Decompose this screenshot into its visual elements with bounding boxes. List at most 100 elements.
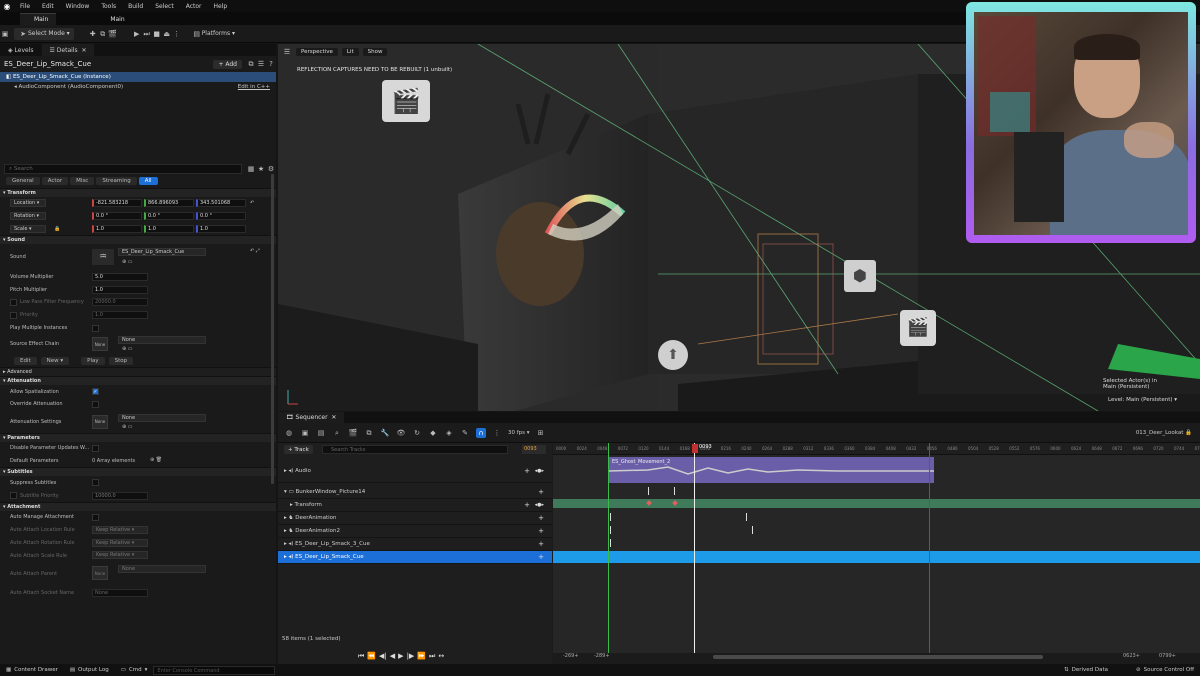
add-icon[interactable]: + [538,553,544,561]
rotation-z[interactable]: 0.0 ° [196,212,246,221]
menu-actor[interactable]: Actor [180,3,208,10]
add-content-icon[interactable]: ✚ [88,29,98,39]
console-input[interactable]: Enter Console Command [153,665,276,675]
tab-details[interactable]: ☰ Details ✕ [41,44,95,56]
keyframe-icon[interactable]: ◆ [428,428,438,438]
blueprint-convert-icon[interactable]: ⧉ [246,59,256,69]
new-button[interactable]: New ▾ [40,356,70,365]
playhead-handle[interactable] [692,444,698,453]
star-icon[interactable]: ★ [256,164,266,174]
next-key-icon[interactable]: ⏩ [417,652,426,661]
current-frame-input[interactable]: 0093 [522,445,546,454]
menu-window[interactable]: Window [60,3,96,10]
reset-icon[interactable]: ↶ ⤢ [250,248,260,254]
filter-general[interactable]: General [6,177,40,185]
auto-scale-rule-dropdown[interactable]: Keep Relative ▾ [92,551,148,560]
hamburger-icon[interactable]: ☰ [282,47,292,57]
camera-cut-icon[interactable]: ⧉ [364,428,374,438]
track-audio[interactable]: ▸ ◂) Audio + ◂●▸ [278,459,552,483]
eye-icon[interactable]: 👁 [396,428,406,438]
menu-tools[interactable]: Tools [95,3,122,10]
go-start-icon[interactable]: ⏮ [358,652,364,661]
track-lip-smack[interactable]: ▸ ◂) ES_Deer_Lip_Smack_Cue + [278,551,552,564]
subtitle-priority-checkbox[interactable] [10,492,17,500]
source-chain-dropdown[interactable]: None [118,336,206,345]
section-advanced[interactable]: ▸ Advanced [0,367,276,377]
lock-icon[interactable]: 🔒 [1185,430,1192,436]
tree-item-audio-component[interactable]: ◂ AudioComponent (AudioComponent0) Edit i… [0,82,276,92]
scale-z[interactable]: 1.0 [196,224,246,233]
curve-editor-icon[interactable]: ⊞ [536,428,546,438]
priority-input[interactable]: 1.0 [92,311,148,320]
prev-frame-icon[interactable]: ◀| [379,652,387,661]
go-end-icon[interactable]: ⏭ [429,652,435,661]
step-icon[interactable]: ⏭ [142,29,152,39]
disable-param-checkbox[interactable] [92,444,99,452]
browse-icon[interactable]: ⊕ ▭ [122,424,133,430]
derived-data-button[interactable]: ⇅ Derived Data [1058,667,1114,673]
rotation-dropdown[interactable]: Rotation ▾ [10,211,46,220]
key-marker[interactable] [746,513,747,521]
key-marker[interactable] [648,487,649,495]
rotation-y[interactable]: 0.0 ° [144,212,194,221]
cinematics-icon[interactable]: 🎬 [108,29,118,39]
auto-rot-rule-dropdown[interactable]: Keep Relative ▾ [92,538,148,547]
range-end-2[interactable]: 0799+ [1159,653,1176,659]
render-icon[interactable]: 🎬 [348,428,358,438]
playback-start-marker[interactable] [608,443,609,653]
lip-smack-section[interactable] [553,551,1200,563]
add-track-button[interactable]: + Track [284,445,313,454]
auto-manage-checkbox[interactable] [92,513,99,521]
menu-help[interactable]: Help [208,3,234,10]
playback-end-marker[interactable] [929,443,930,653]
unreal-logo-icon[interactable]: ◉ [0,0,14,12]
tab-sequencer[interactable]: 🎞 Sequencer ✕ [278,412,345,423]
details-scrollbar[interactable] [271,174,274,484]
find-asset-icon[interactable]: ⌕ [332,428,342,438]
subtitle-priority-input[interactable]: 10000.0 [92,491,148,500]
scale-x[interactable]: 1.0 [92,224,142,233]
lowpass-checkbox[interactable] [10,298,17,306]
prev-key-icon[interactable]: ⏪ [367,652,376,661]
scale-y[interactable]: 1.0 [144,224,194,233]
key-marker[interactable] [674,487,675,495]
edit-icon[interactable]: ✎ [460,428,470,438]
key-marker[interactable] [752,526,753,534]
tab-main-2[interactable]: Main [96,13,132,25]
menu-file[interactable]: File [14,3,36,10]
camera-actor-icon[interactable]: ⬢ [844,260,876,292]
section-parameters[interactable]: ▾ Parameters [0,432,276,442]
reset-icon[interactable]: ↶ [250,200,254,206]
gear-icon[interactable]: ⚙ [266,164,276,174]
help-icon[interactable]: ? [266,59,276,69]
override-attenuation-checkbox[interactable] [92,400,99,408]
key-marker[interactable] [610,539,611,547]
next-frame-icon[interactable]: |▶ [407,652,415,661]
source-control-button[interactable]: ⊘ Source Control Off [1130,667,1200,673]
timeline-scrollbar[interactable] [713,655,1043,659]
multi-instance-checkbox[interactable] [92,324,99,332]
cmd-dropdown[interactable]: ▭ Cmd ▾ [115,667,154,673]
allow-spatialization-checkbox[interactable]: ✓ [92,388,99,396]
auto-parent-dropdown[interactable]: None [118,565,206,574]
reverse-icon[interactable]: ◀ [390,652,395,661]
nav-icon[interactable]: ◂●▸ [535,468,544,474]
play-icon[interactable]: ▶ [132,29,142,39]
world-icon[interactable]: ◍ [284,428,294,438]
track-lip-smack-3[interactable]: ▸ ◂) ES_Deer_Lip_Smack_3_Cue + [278,538,552,551]
platforms-button[interactable]: ▤ Platforms ▾ [188,28,239,40]
select-mode-button[interactable]: ➤ Select Mode ▾ [14,27,74,40]
track-bunkerwindow[interactable]: ▾ ▭ BunkerWindow_Picture14 + [278,486,552,499]
audio-clip[interactable]: ES_Ghost_Movement_2 [608,457,934,483]
loop-icon[interactable]: ↔ [438,652,444,661]
key-tool-icon[interactable]: 🔧 [380,428,390,438]
add-icon[interactable]: + [524,501,530,509]
settings-icon[interactable]: ☰ [256,59,266,69]
save-as-icon[interactable]: ▤ [316,428,326,438]
range-start-2[interactable]: -289+ [594,653,610,659]
menu-edit[interactable]: Edit [36,3,60,10]
sound-asset-dropdown[interactable]: ES_Deer_Lip_Smack_Cue [118,248,206,257]
show-button[interactable]: Show [362,48,388,56]
add-icon[interactable]: + [538,514,544,522]
add-icon[interactable]: + [524,467,530,475]
